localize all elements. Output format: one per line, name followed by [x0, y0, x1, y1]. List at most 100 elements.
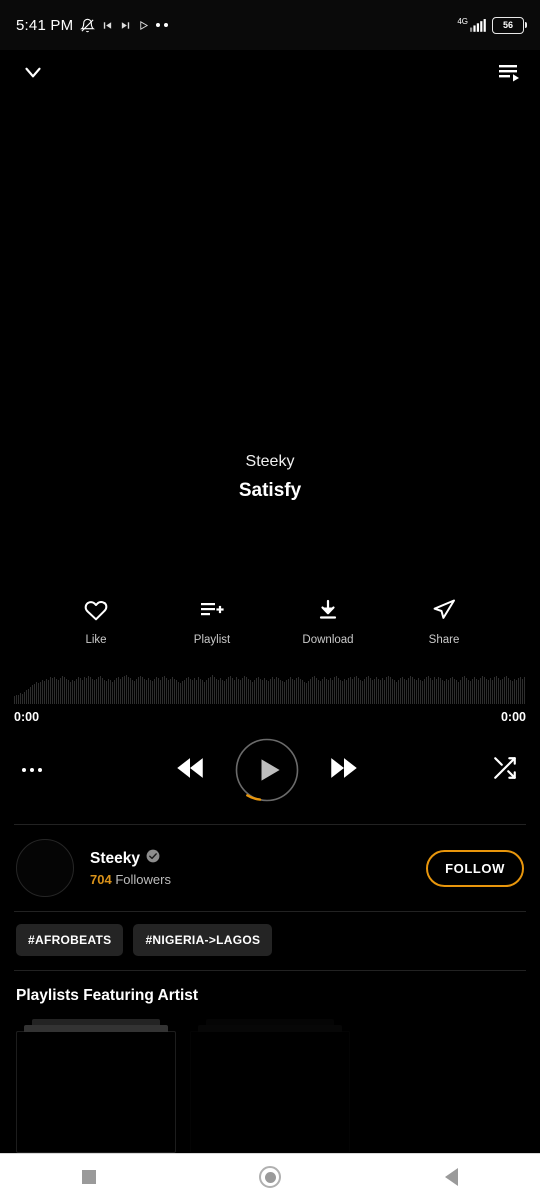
waveform-bar: [436, 678, 437, 704]
waveform-bar: [182, 680, 183, 704]
waveform-bar: [44, 680, 45, 704]
waveform-bar: [408, 678, 409, 704]
artist-card[interactable]: Steeky 704 Followers FOLLOW: [0, 825, 540, 911]
shuffle-icon[interactable]: [492, 755, 518, 786]
waveform-bar: [302, 680, 303, 704]
waveform-bar: [232, 678, 233, 704]
waveform-bar: [108, 678, 109, 704]
waveform-bar: [394, 680, 395, 704]
play-button[interactable]: [235, 738, 299, 802]
waveform-bar: [76, 678, 77, 704]
more-horizontal-icon[interactable]: [22, 768, 42, 772]
waveform-bar: [392, 678, 393, 704]
waveform-bar: [214, 677, 215, 704]
waveform-bar: [480, 678, 481, 704]
waveform-bar: [370, 678, 371, 704]
waveform-bar: [110, 680, 111, 704]
waveform-bar: [238, 678, 239, 704]
waveform-bar: [492, 679, 493, 704]
waveform-bar: [346, 680, 347, 704]
waveform-bar: [42, 680, 43, 704]
waveform-bar: [118, 676, 119, 704]
track-meta: Steeky Satisfy: [0, 453, 540, 502]
waveform-seekbar[interactable]: [14, 668, 526, 704]
follow-button[interactable]: FOLLOW: [426, 849, 524, 887]
waveform-bar: [48, 679, 49, 704]
verified-badge-icon: [146, 849, 160, 868]
home-circle-icon[interactable]: [259, 1166, 282, 1188]
waveform-bar: [272, 677, 273, 704]
waveform-bar: [86, 678, 87, 704]
waveform-bar: [102, 678, 103, 704]
waveform-bar: [428, 675, 429, 704]
waveform-bar: [184, 679, 185, 704]
waveform-bar: [506, 675, 507, 704]
waveform-bar: [92, 678, 93, 704]
queue-list-icon[interactable]: [496, 60, 520, 89]
waveform-bar: [352, 678, 353, 704]
waveform-bar: [474, 677, 475, 704]
playlist-card[interactable]: [190, 1019, 350, 1153]
waveform-bar: [100, 675, 101, 704]
playlist-button[interactable]: Playlist: [177, 598, 247, 646]
heart-icon: [84, 598, 108, 627]
waveform-bar: [26, 690, 27, 704]
waveform-bar: [498, 678, 499, 704]
waveform-bar: [350, 676, 351, 704]
waveform-bar: [236, 677, 237, 704]
waveform-bar: [60, 678, 61, 704]
waveform-bar: [258, 676, 259, 704]
waveform-bar: [28, 688, 29, 704]
like-button[interactable]: Like: [61, 598, 131, 646]
playlist-card[interactable]: [16, 1019, 176, 1153]
artist-name: Steeky: [90, 849, 140, 867]
recents-square-icon[interactable]: [81, 1170, 96, 1184]
waveform-bar: [274, 678, 275, 704]
skip-previous-icon[interactable]: [173, 751, 207, 790]
waveform-bar: [16, 695, 17, 704]
waveform-bar: [364, 678, 365, 704]
waveform-bar: [18, 694, 19, 704]
waveform-bar: [216, 678, 217, 704]
waveform-bar: [294, 680, 295, 704]
waveform-bar: [218, 680, 219, 704]
download-button[interactable]: Download: [293, 598, 363, 646]
waveform-bar: [24, 691, 25, 704]
waveform-bar: [512, 680, 513, 704]
chevron-down-icon[interactable]: [20, 59, 46, 90]
waveform-bar: [70, 681, 71, 704]
waveform-bar: [244, 675, 245, 704]
waveform-bar: [138, 677, 139, 704]
waveform-bar: [476, 678, 477, 704]
tag-chip[interactable]: #NIGERIA->LAGOS: [133, 924, 273, 956]
waveform-bar: [472, 678, 473, 704]
track-title: Satisfy: [238, 480, 302, 501]
back-triangle-icon[interactable]: [445, 1168, 459, 1186]
waveform-bar: [140, 675, 141, 704]
waveform-bar: [264, 678, 265, 704]
waveform-bar: [484, 677, 485, 704]
waveform-bar: [324, 677, 325, 704]
waveform-bar: [390, 677, 391, 704]
waveform-bar: [518, 678, 519, 704]
waveform-bar: [400, 678, 401, 704]
waveform-bar: [32, 685, 33, 704]
waveform-bar: [414, 678, 415, 704]
waveform-bar: [496, 675, 497, 704]
waveform-bar: [104, 679, 105, 704]
waveform-bar: [212, 675, 213, 704]
section-title: Playlists Featuring Artist: [16, 987, 199, 1004]
waveform-bar: [328, 680, 329, 704]
waveform-bar: [416, 680, 417, 704]
waveform-bar: [178, 681, 179, 704]
waveform-bar: [46, 678, 47, 704]
waveform-bar: [130, 678, 131, 704]
waveform-bar: [250, 680, 251, 704]
share-button[interactable]: Share: [409, 598, 479, 646]
waveform-bar: [124, 675, 125, 704]
play-progress-ring: [235, 738, 299, 802]
tag-chip[interactable]: #AFROBEATS: [16, 924, 124, 956]
waveform-bar: [116, 678, 117, 704]
waveform-bar: [448, 680, 449, 704]
skip-next-icon[interactable]: [327, 751, 361, 790]
